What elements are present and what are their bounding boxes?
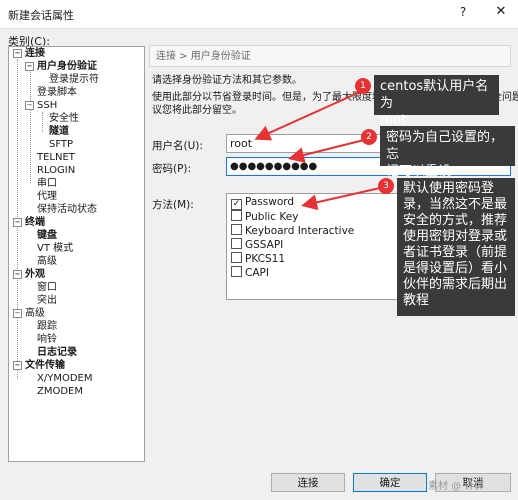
annotation-text: centos默认用户名为	[380, 79, 489, 111]
annotation-method: 默认使用密码登 录，当然这不是最 安全的方式，推荐 使用密钥对登录或 者证书登录…	[397, 178, 515, 316]
annotation-text: 安全的方式，推荐	[403, 213, 508, 228]
annotation-text: 录，当然这不是最	[403, 197, 508, 212]
annotation-username: centos默认用户名为 root	[374, 75, 499, 128]
annotation-text: 默认使用密码登	[403, 181, 495, 196]
annotation-badge: 3	[378, 178, 394, 194]
annotation-password: 密码为自己设置的，忘 记可以重设	[380, 126, 515, 179]
annotation-text: 密码为自己设置的，忘	[386, 130, 504, 162]
annotation-text: 伙伴的需求后期出	[403, 277, 508, 292]
annotation-badge: 1	[355, 78, 371, 94]
annotation-text: 者证书登录（前提	[403, 245, 508, 260]
annotation-text: 教程	[403, 293, 430, 308]
arrow-to-password	[288, 139, 365, 163]
annotation-badge: 2	[361, 129, 377, 145]
annotation-text: 是得设置后）看小	[403, 261, 508, 276]
arrow-to-username	[254, 91, 361, 141]
annotation-text: 使用密钥对登录或	[403, 229, 508, 244]
arrow-to-methods	[301, 187, 381, 211]
